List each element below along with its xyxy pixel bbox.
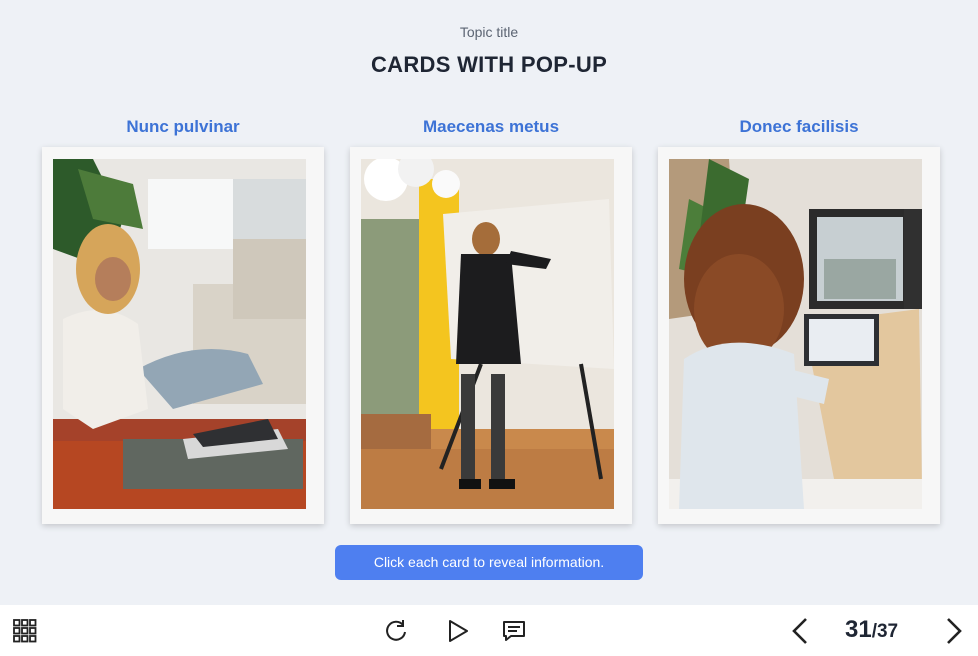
- page-title: CARDS WITH POP-UP: [370, 52, 608, 77]
- page-counter: 31/37: [845, 616, 915, 646]
- card-column-3: Donec facilisis: [658, 112, 940, 524]
- reveal-hint-button[interactable]: Click each card to reveal information.: [335, 545, 643, 580]
- card-donec-facilisis[interactable]: [658, 147, 940, 524]
- page-current: 31: [845, 616, 872, 643]
- card-maecenas-metus[interactable]: [350, 147, 632, 524]
- card-title: Nunc pulvinar: [126, 117, 240, 136]
- card-column-2: Maecenas metus: [350, 112, 632, 524]
- card-column-1: Nunc pulvinar: [42, 112, 324, 524]
- card-nunc-pulvinar[interactable]: [42, 147, 324, 524]
- page-total: /37: [871, 621, 899, 642]
- card-title: Donec facilisis: [739, 117, 859, 136]
- chevron-right-icon[interactable]: [943, 617, 965, 645]
- chevron-left-icon[interactable]: [789, 617, 811, 645]
- grid-menu-icon[interactable]: [13, 619, 37, 643]
- topic-title: Topic title: [459, 24, 519, 40]
- player-footer: 31/37: [0, 605, 978, 656]
- card-photo: [53, 159, 306, 509]
- play-icon[interactable]: [446, 619, 470, 643]
- card-title: Maecenas metus: [422, 117, 560, 136]
- card-photo: [669, 159, 922, 509]
- card-photo: [361, 159, 614, 509]
- replay-icon[interactable]: [384, 619, 408, 643]
- comment-icon[interactable]: [502, 619, 526, 643]
